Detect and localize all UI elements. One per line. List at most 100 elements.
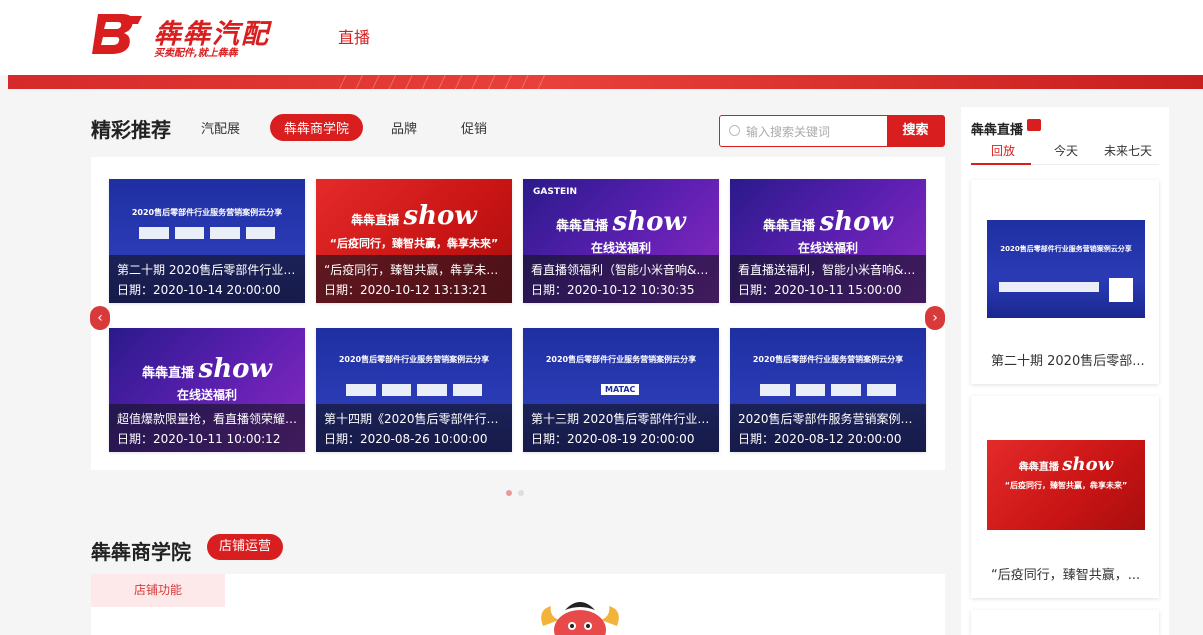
tv-icon (1027, 119, 1041, 131)
thumb-headline: “后疫同行，臻智共赢，犇享未来” (329, 237, 499, 250)
tab-brand[interactable]: 品牌 (391, 118, 417, 137)
card-title: 超值爆款限量抢，看直播领荣耀手... (117, 412, 301, 426)
site-logo[interactable]: 犇犇汽配 买卖配件,就上犇犇 (92, 10, 282, 59)
card-overlay: 看直播送福利，智能小米音响&爆... 日期：2020-10-11 15:00:0… (730, 255, 926, 303)
sponsor-strip (139, 227, 275, 239)
card-title: “后疫同行，臻智共赢，犇享未来... (324, 263, 508, 277)
thumb-show-title: 犇犇直播 show (316, 201, 512, 231)
sidebar-video-card[interactable] (971, 610, 1159, 635)
pagination-dot[interactable] (518, 490, 524, 496)
show-prefix: 犇犇直播 (1018, 462, 1059, 473)
card-date: 日期：2020-10-12 13:13:21 (324, 283, 488, 297)
card-date: 日期：2020-10-11 15:00:00 (738, 283, 902, 297)
carousel-prev-button[interactable]: ‹ (90, 306, 110, 330)
live-sidebar: 犇犇直播 回放 今天 未来七天 2020售后零部件行业服务营销案例云分享 第二十… (961, 107, 1169, 635)
show-prefix: 犇犇直播 (351, 213, 400, 227)
show-word: show (198, 354, 272, 384)
card-overlay: 超值爆款限量抢，看直播领荣耀手... 日期：2020-10-11 10:00:1… (109, 404, 305, 452)
thumb-subtitle: 在线送福利 (176, 388, 237, 402)
thumb-show-title: 犇犇直播 show (523, 207, 719, 237)
chevron-right-icon: › (932, 310, 938, 326)
card-overlay: 第二十期 2020售后零部件行业服务... 日期：2020-10-14 20:0… (109, 255, 305, 303)
video-card[interactable]: 2020售后零部件行业服务营销案例云分享 第十四期《2020售后零部件行业服..… (316, 328, 512, 452)
card-overlay: 第十四期《2020售后零部件行业服... 日期：2020-08-26 10:00… (316, 404, 512, 452)
card-overlay: 2020售后零部件服务营销案例云分享 日期：2020-08-12 20:00:0… (730, 404, 926, 452)
card-title: 第十四期《2020售后零部件行业服... (324, 412, 508, 426)
thumb-headline: 2020售后零部件行业服务营销案例云分享 (338, 355, 490, 364)
card-date: 日期：2020-10-12 10:30:35 (531, 283, 695, 297)
card-title: 第二十期 2020售后零部件行业服务... (117, 263, 301, 277)
pagination-dot[interactable] (506, 490, 512, 496)
thumb-show-title: 犇犇直播 show (730, 207, 926, 237)
card-overlay: “后疫同行，臻智共赢，犇享未来... 日期：2020-10-12 13:13:2… (316, 255, 512, 303)
sidebar-video-card[interactable]: 2020售后零部件行业服务营销案例云分享 第二十期 2020售后零部... (971, 180, 1159, 384)
thumb-headline: 2020售后零部件行业服务营销案例云分享 (1000, 245, 1132, 253)
thumb-show-title: 犇犇直播 show (109, 354, 305, 384)
search-button[interactable]: 搜索 (887, 116, 944, 146)
card-date: 日期：2020-10-14 20:00:00 (117, 283, 281, 297)
sidebar-card-caption: 第二十期 2020售后零部... (991, 354, 1145, 369)
qr-code-icon (1109, 278, 1133, 302)
show-word: show (819, 207, 893, 237)
thumb-headline: 2020售后零部件行业服务营销案例云分享 (131, 208, 283, 217)
featured-title: 精彩推荐 (91, 118, 171, 142)
bull-mascot-icon (541, 602, 619, 635)
sponsor-strip (346, 384, 482, 396)
featured-carousel: 2020售后零部件行业服务营销案例云分享 第二十期 2020售后零部件行业服务.… (91, 157, 945, 470)
video-card[interactable]: 2020售后零部件行业服务营销案例云分享 2020售后零部件服务营销案例云分享 … (730, 328, 926, 452)
video-card[interactable]: 2020售后零部件行业服务营销案例云分享 MATAC 第十三期 2020售后零部… (523, 328, 719, 452)
sidebar-card-caption: “后疫同行，臻智共赢，... (991, 568, 1141, 583)
show-word: show (403, 201, 477, 231)
academy-tag-store-ops[interactable]: 店铺运营 (207, 534, 284, 560)
show-prefix: 犇犇直播 (556, 219, 609, 234)
card-title: 2020售后零部件服务营销案例云分享 (738, 412, 922, 426)
card-date: 日期：2020-10-11 10:00:12 (117, 432, 281, 446)
sidebar-title: 犇犇直播 (971, 123, 1024, 138)
thumb-subtitle: 在线送福利 (590, 241, 651, 255)
sidebar-tab-next-seven-days[interactable]: 未来七天 (1104, 142, 1152, 159)
academy-panel: 店铺功能 (91, 574, 945, 635)
brand-label: GASTEIN (533, 187, 578, 197)
card-title: 第十三期 2020售后零部件行业服务... (531, 412, 715, 426)
show-word: show (1062, 454, 1114, 475)
banner-decoration (330, 75, 550, 89)
sponsor-strip (999, 282, 1099, 292)
carousel-next-button[interactable]: › (925, 306, 945, 330)
site-header: 犇犇汽配 买卖配件,就上犇犇 直播 (0, 0, 1203, 75)
chevron-left-icon: ‹ (97, 310, 103, 326)
card-title: 看直播送福利，智能小米音响&爆... (738, 263, 922, 277)
tab-promotion[interactable]: 促销 (461, 118, 487, 137)
card-thumbnail: 犇犇直播 show “后疫同行，臻智共赢，犇享未来” (987, 440, 1145, 530)
thumb-show-title: 犇犇直播 show (987, 454, 1145, 475)
logo-mark-icon (92, 14, 142, 54)
tab-academy[interactable]: 犇犇商学院 (270, 114, 364, 141)
sidebar-tab-today[interactable]: 今天 (1054, 142, 1078, 159)
search-icon (729, 125, 740, 136)
sponsor-strip (760, 384, 896, 396)
thumb-subtitle: 在线送福利 (797, 241, 858, 255)
video-card[interactable]: 2020售后零部件行业服务营销案例云分享 第二十期 2020售后零部件行业服务.… (109, 179, 305, 303)
video-card[interactable]: 犇犇直播 show 在线送福利 超值爆款限量抢，看直播领荣耀手... 日期：20… (109, 328, 305, 452)
logo-slogan: 买卖配件,就上犇犇 (154, 48, 238, 59)
video-card[interactable]: GASTEIN 犇犇直播 show 在线送福利 看直播领福利（智能小米音响&爆.… (523, 179, 719, 303)
show-prefix: 犇犇直播 (763, 219, 816, 234)
card-date: 日期：2020-08-19 20:00:00 (531, 432, 695, 446)
carousel-pagination (506, 490, 524, 496)
thumb-headline: 2020售后零部件行业服务营销案例云分享 (545, 355, 697, 364)
brand-label: MATAC (601, 384, 640, 395)
video-card[interactable]: 犇犇直播 show “后疫同行，臻智共赢，犇享未来” “后疫同行，臻智共赢，犇享… (316, 179, 512, 303)
nav-live-link[interactable]: 直播 (338, 24, 370, 48)
tab-store-functions[interactable]: 店铺功能 (91, 574, 225, 607)
show-word: show (612, 207, 686, 237)
card-title: 看直播领福利（智能小米音响&爆... (531, 263, 715, 277)
tab-auto-parts-expo[interactable]: 汽配展 (201, 118, 240, 137)
sidebar-tab-replay[interactable]: 回放 (991, 142, 1015, 159)
header-banner-band (8, 75, 1203, 89)
thumb-headline: 2020售后零部件行业服务营销案例云分享 (752, 355, 904, 364)
search-input[interactable] (746, 122, 886, 142)
sidebar-video-card[interactable]: 犇犇直播 show “后疫同行，臻智共赢，犇享未来” “后疫同行，臻智共赢，..… (971, 396, 1159, 598)
card-overlay: 看直播领福利（智能小米音响&爆... 日期：2020-10-12 10:30:3… (523, 255, 719, 303)
show-prefix: 犇犇直播 (142, 366, 195, 381)
card-date: 日期：2020-08-26 10:00:00 (324, 432, 488, 446)
video-card[interactable]: 犇犇直播 show 在线送福利 看直播送福利，智能小米音响&爆... 日期：20… (730, 179, 926, 303)
